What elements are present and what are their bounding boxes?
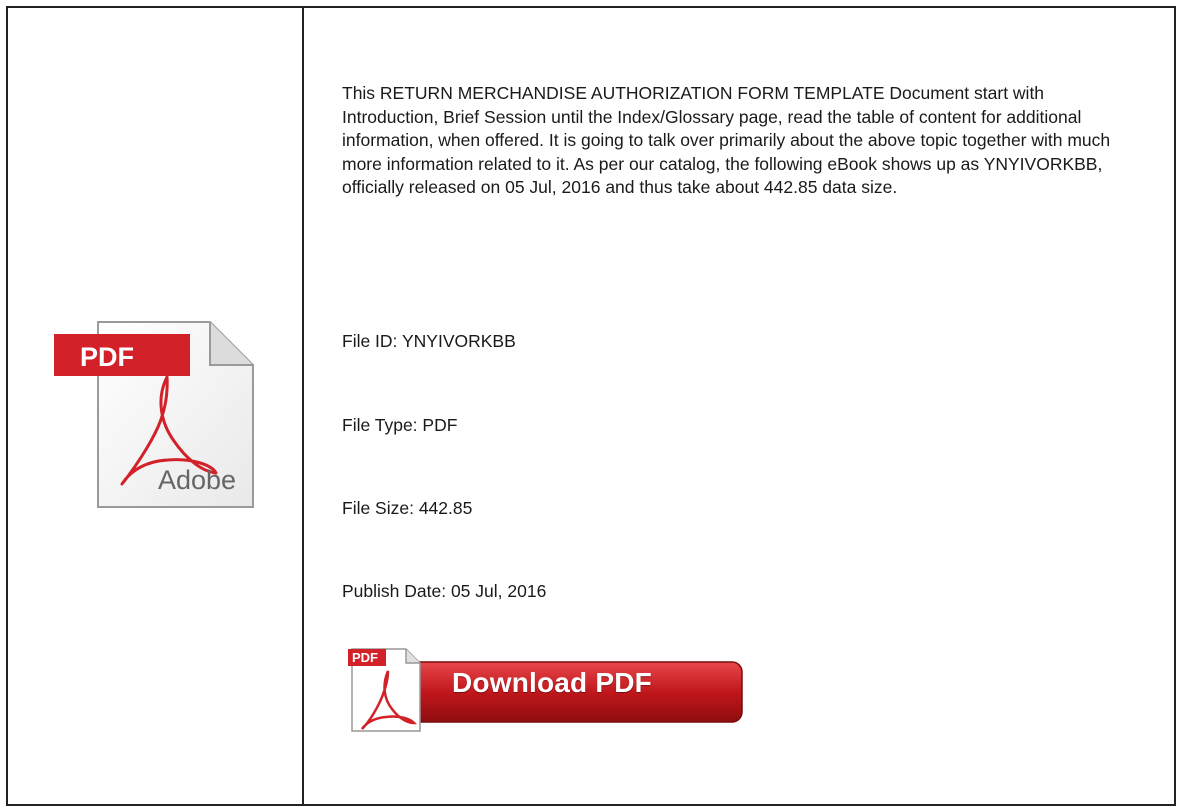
file-size: File Size: 442.85 [342,498,473,518]
file-type: File Type: PDF [342,415,458,435]
column-divider [302,6,304,806]
pdf-badge-text: PDF [80,342,134,372]
file-id: File ID: YNYIVORKBB [342,331,516,351]
download-button-label: Download PDF [452,667,652,698]
adobe-brand-text: Adobe [158,465,236,495]
download-pdf-button[interactable]: PDF Download PDF [344,645,746,737]
pdf-file-icon: PDF Adobe [54,321,254,508]
download-badge-text: PDF [352,650,378,665]
document-description: This RETURN MERCHANDISE AUTHORIZATION FO… [342,83,1111,198]
publish-date: Publish Date: 05 Jul, 2016 [342,581,547,601]
